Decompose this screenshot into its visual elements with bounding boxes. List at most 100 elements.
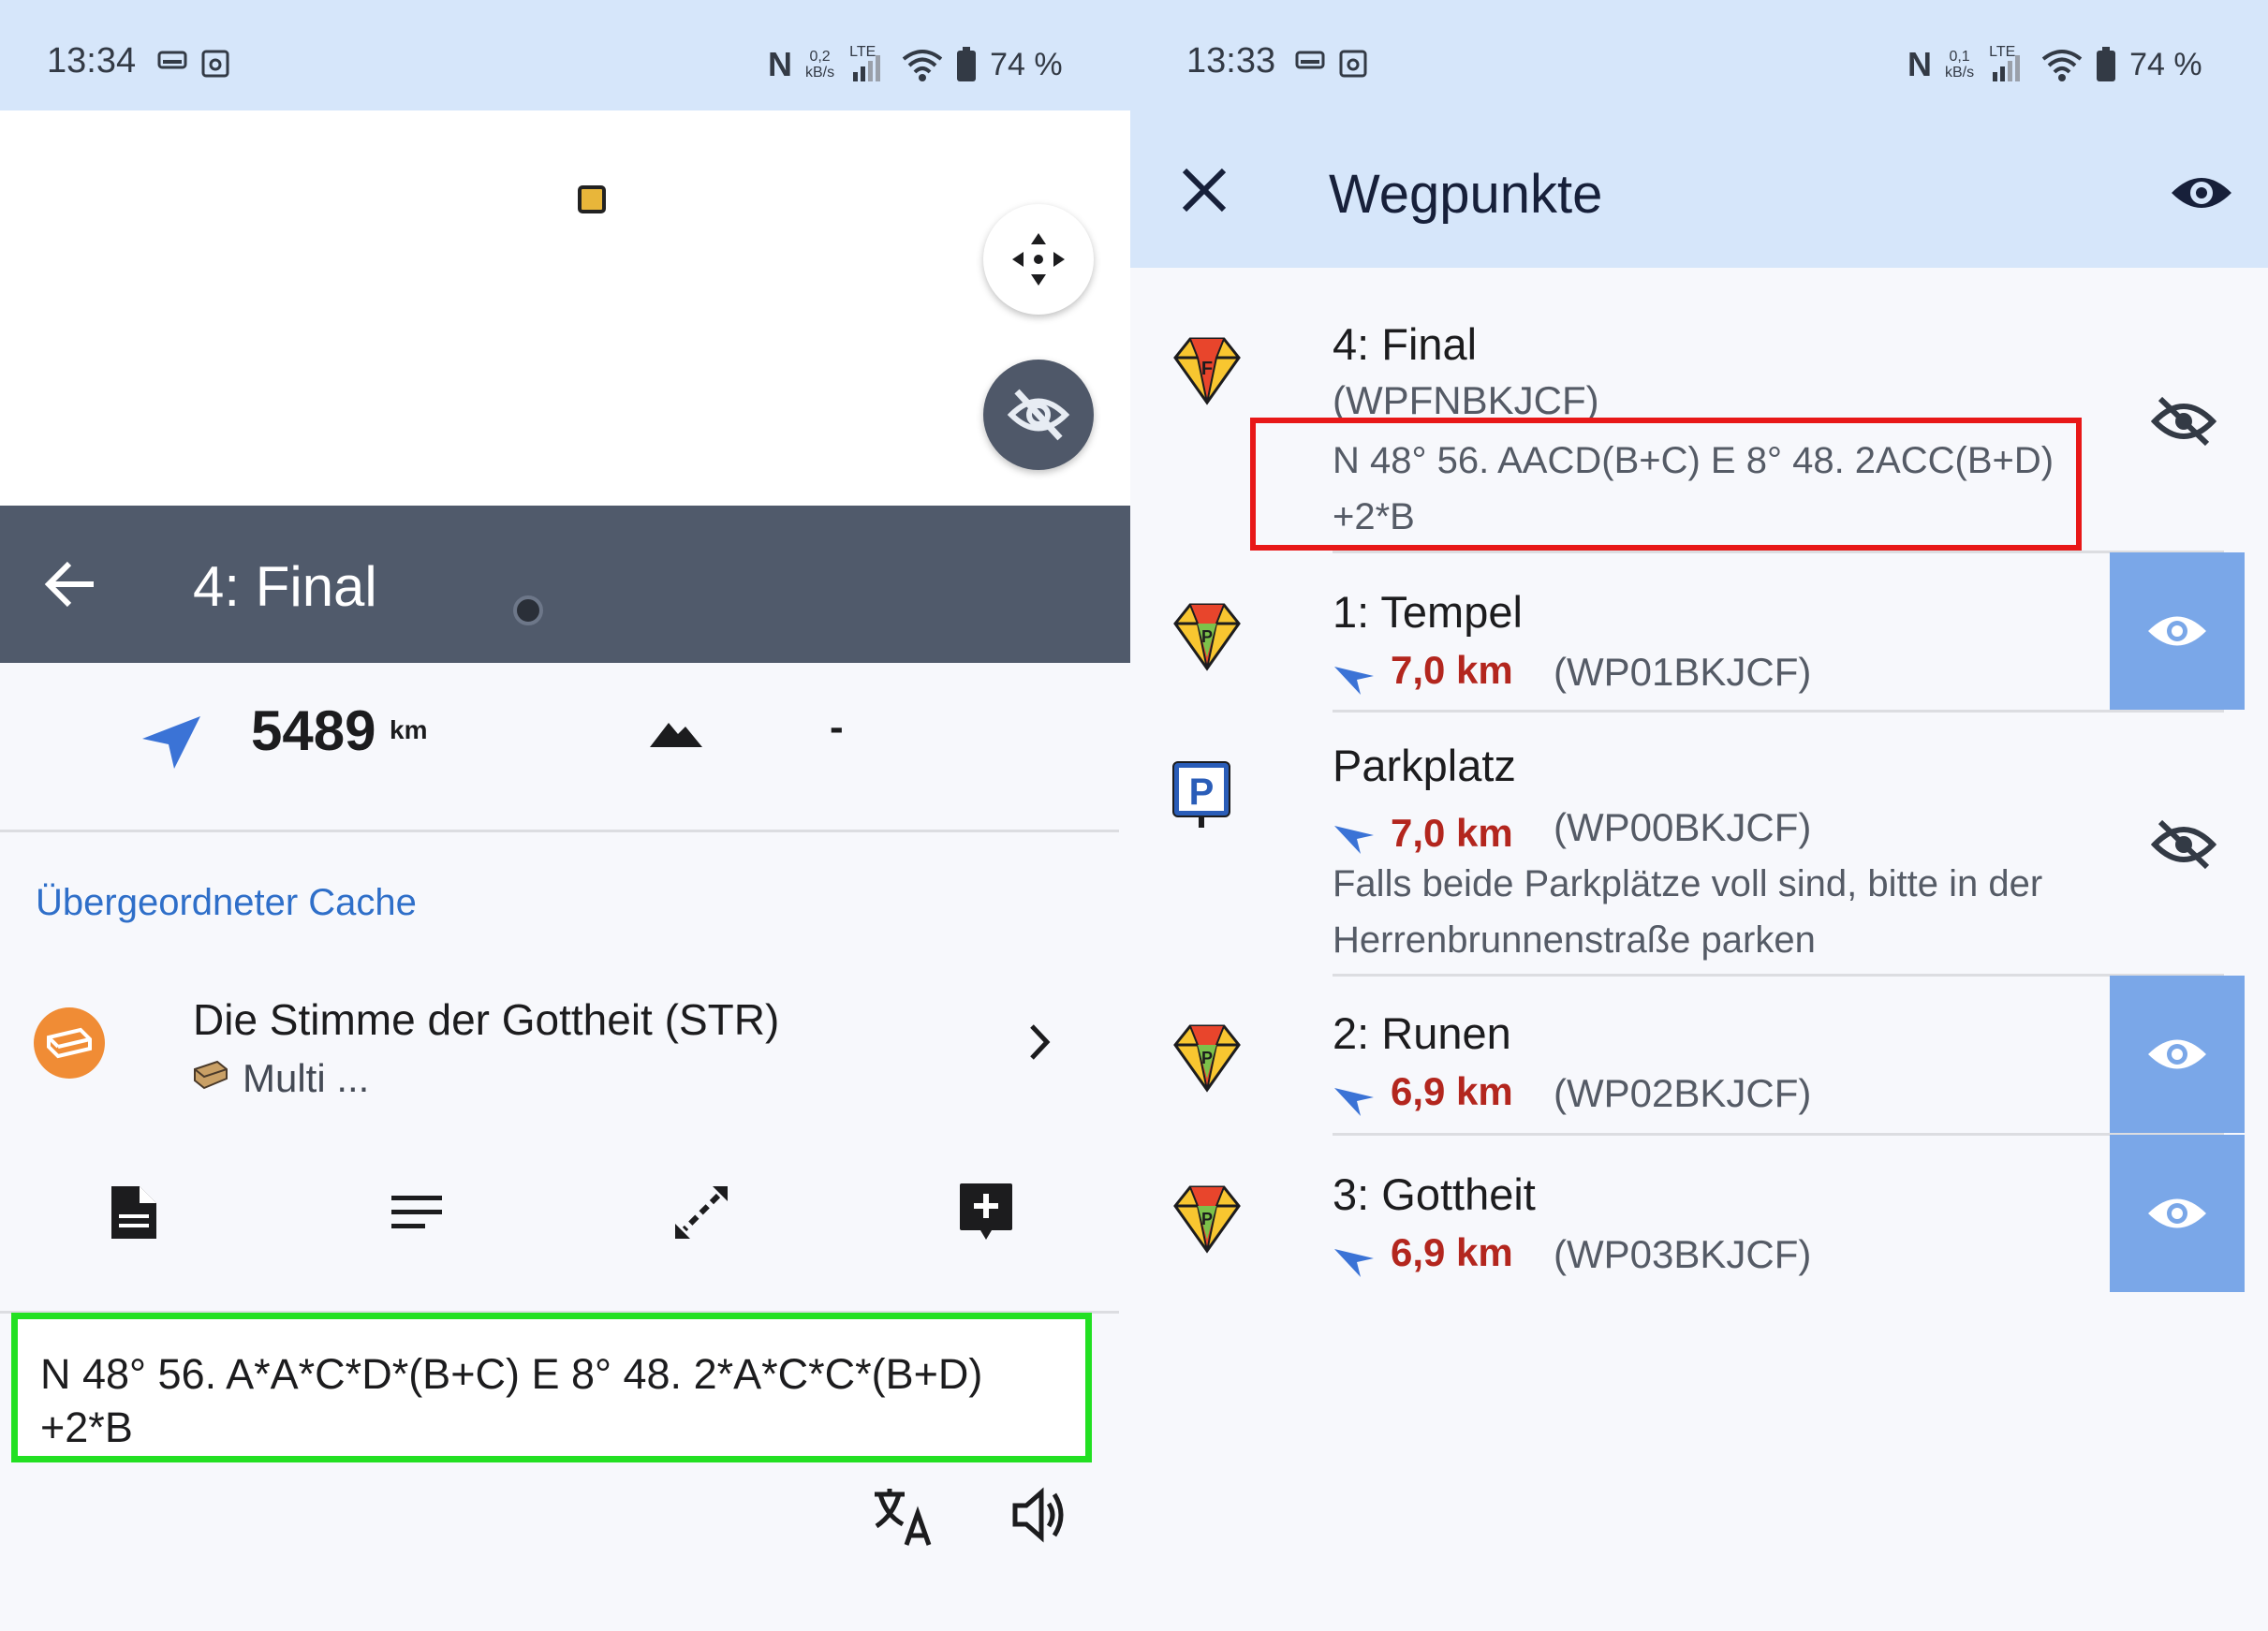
section-title: Übergeordneter Cache: [36, 882, 417, 923]
waypoint-item-parkplatz[interactable]: P Parkplatz 7,0 km (WP00BKJCF) Falls bei…: [1130, 712, 2268, 976]
hide-waypoints-button[interactable]: [983, 360, 1094, 470]
distance-unit: km: [390, 715, 428, 744]
show-waypoint-toggle[interactable]: [2110, 552, 2245, 710]
mountain-icon: [650, 723, 702, 747]
waypoint-distance: 6,9 km: [1391, 1230, 1513, 1274]
svg-text:P: P: [1201, 1049, 1213, 1067]
description-icon: [391, 1196, 442, 1228]
document-button[interactable]: [103, 1182, 165, 1243]
signal-icon: LTE: [847, 44, 889, 81]
eye-icon: [2148, 616, 2206, 646]
waypoint-code: (WP00BKJCF): [1554, 805, 1812, 849]
map-view[interactable]: [0, 110, 1130, 506]
waypoint-code: (WP01BKJCF): [1554, 650, 1812, 694]
waypoint-code: (WPFNBKJCF): [1333, 378, 1599, 422]
coordinates-text: N 48° 56. A*A*C*D*(B+C) E 8° 48. 2*A*C*C…: [40, 1350, 983, 1451]
waypoint-name: 3: Gottheit: [1333, 1169, 1536, 1219]
eye-icon[interactable]: [2170, 170, 2233, 215]
eye-icon: [2148, 1039, 2206, 1069]
status-bar: 13:34 N 0,2 kB/s LTE 74 %: [0, 0, 1130, 110]
app-bar: Wegpunkte: [1130, 110, 2268, 268]
waypoint-name: 4: Final: [1333, 319, 1478, 369]
multi-cache-icon: [194, 1060, 228, 1090]
chevron-right-icon: [1030, 1024, 1051, 1060]
battery-icon: [2097, 47, 2116, 81]
parent-cache-item[interactable]: Die Stimme der Gottheit (STR) Multi ...: [0, 974, 1130, 1114]
close-icon[interactable]: [1181, 167, 1228, 213]
document-icon: [111, 1186, 156, 1239]
waypoint-distance: 7,0 km: [1391, 811, 1513, 855]
final-waypoint-icon: F: [1173, 337, 1241, 405]
direction-arrow-icon: [1334, 667, 1374, 695]
page-title: Wegpunkte: [1329, 164, 1603, 225]
svg-text:P: P: [1189, 771, 1215, 813]
battery-level: 74 %: [990, 46, 1063, 82]
storage-icon: [157, 51, 187, 69]
waypoint-name: 1: Tempel: [1333, 587, 1523, 637]
elevation-value: -: [830, 704, 844, 750]
wifi-icon: [902, 50, 943, 81]
nfc-icon: N: [1907, 45, 1932, 83]
back-arrow-icon[interactable]: [41, 554, 101, 614]
svg-text:F: F: [1201, 359, 1213, 379]
action-bar: [0, 1170, 1130, 1255]
center-map-button[interactable]: [983, 204, 1094, 315]
center-map-icon: [1012, 233, 1065, 286]
stage-waypoint-icon: P: [1173, 603, 1241, 671]
screenshot-icon: [1339, 50, 1367, 78]
stage-waypoint-icon: P: [1173, 1024, 1241, 1093]
waypoint-distance: 7,0 km: [1391, 648, 1513, 692]
add-note-icon: [960, 1183, 1012, 1240]
show-waypoint-toggle[interactable]: [2110, 976, 2245, 1133]
status-time: 13:34: [47, 41, 137, 81]
cache-detail-screen: 13:34 N 0,2 kB/s LTE 74 % 4: Final 5489 …: [0, 0, 1130, 1631]
waypoint-code: (WP03BKJCF): [1554, 1232, 1812, 1276]
direction-arrow-icon: [1334, 826, 1374, 854]
divider: [0, 830, 1119, 832]
eye-icon: [2148, 1198, 2206, 1228]
highlight-box: [1250, 418, 2082, 551]
waypoint-marker[interactable]: [578, 185, 606, 213]
waypoint-item-gottheit[interactable]: P 3: Gottheit 6,9 km (WP03BKJCF): [1130, 1135, 2268, 1292]
storage-icon: [1295, 51, 1325, 69]
svg-text:P: P: [1201, 1210, 1213, 1228]
eye-off-icon[interactable]: [2151, 395, 2216, 448]
screenshot-icon: [201, 50, 229, 78]
waypoint-item-tempel[interactable]: P 1: Tempel 7,0 km (WP01BKJCF): [1130, 552, 2268, 710]
show-waypoint-toggle[interactable]: [2110, 1135, 2245, 1292]
status-time: 13:33: [1186, 41, 1276, 81]
waypoint-item-runen[interactable]: P 2: Runen 6,9 km (WP02BKJCF): [1130, 976, 2268, 1133]
location-dot: [513, 595, 543, 625]
speak-button[interactable]: [1009, 1485, 1069, 1550]
expand-icon: [675, 1186, 728, 1239]
distance-row: 5489 km -: [0, 663, 1130, 831]
translate-button[interactable]: [871, 1485, 936, 1551]
waypoint-note: Falls beide Parkplätze voll sind, bitte …: [1333, 863, 2043, 961]
waypoint-code: (WP02BKJCF): [1554, 1071, 1812, 1115]
data-rate: 0,2 kB/s: [805, 49, 835, 81]
waypoint-name: 2: Runen: [1333, 1008, 1511, 1058]
description-button[interactable]: [386, 1182, 448, 1243]
nfc-icon: N: [768, 45, 792, 83]
parent-cache-name: Die Stimme der Gottheit (STR): [193, 995, 780, 1044]
add-note-button[interactable]: [955, 1182, 1017, 1243]
svg-text:P: P: [1201, 627, 1213, 646]
waypoint-name: Parkplatz: [1333, 741, 1516, 790]
page-title: 4: Final: [193, 555, 377, 618]
title-bar: 4: Final: [0, 506, 1130, 663]
coordinates-box: N 48° 56. A*A*C*D*(B+C) E 8° 48. 2*A*C*C…: [11, 1313, 1092, 1462]
translate-icon: [875, 1489, 932, 1546]
expand-button[interactable]: [670, 1182, 732, 1243]
wifi-icon: [2041, 50, 2083, 81]
signal-icon: LTE: [1987, 44, 2028, 81]
direction-arrow-icon: [1334, 1249, 1374, 1277]
waypoints-screen: 13:33 N 0,1 kB/s LTE 74 % Wegpunkte F 4:…: [1130, 0, 2268, 1631]
distance-value: 5489: [251, 699, 376, 762]
battery-level: 74 %: [2129, 46, 2202, 82]
navigation-arrow-icon: [142, 716, 200, 769]
battery-icon: [957, 47, 977, 81]
direction-arrow-icon: [1334, 1088, 1374, 1116]
eye-off-icon[interactable]: [2151, 818, 2216, 871]
stage-waypoint-icon: P: [1173, 1185, 1241, 1254]
parking-icon: P: [1172, 761, 1230, 828]
